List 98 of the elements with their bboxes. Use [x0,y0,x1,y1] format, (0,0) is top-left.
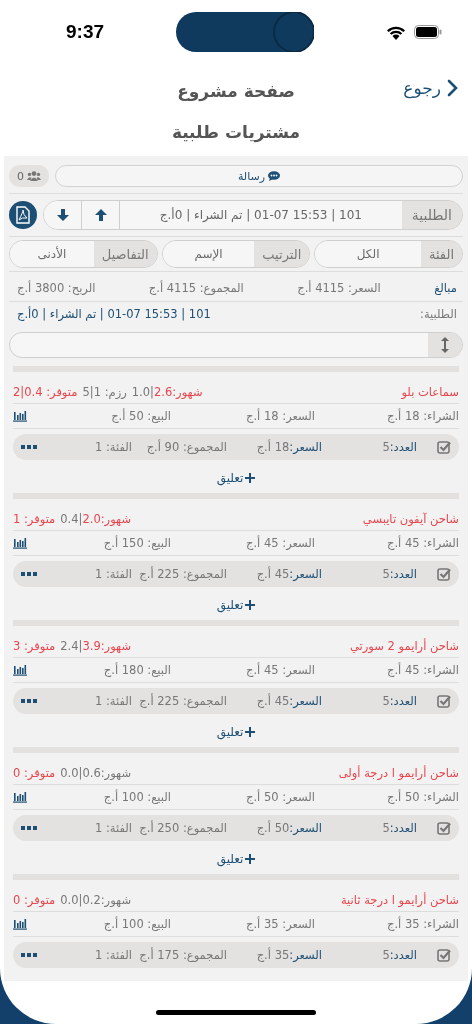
sell-price: البيع: 100 أ.ج [102,917,171,931]
total: المجموع: 175 أ.ج [138,948,227,962]
add-comment-link[interactable]: تعليق [216,598,256,612]
unit-price: السعر: 35 أ.ج [245,917,315,931]
stock-stat: شهور:3.9 [82,639,132,653]
buy-price: الشراء: 45 أ.ج [386,663,459,677]
filter-selector[interactable]: التفاصيل الأدنى [9,240,158,268]
stock-stat: |1.0 [131,385,154,399]
checkbox[interactable] [437,694,451,708]
buy-price: الشراء: 50 أ.ج [386,790,459,804]
stock-stat: شهور:2.6 [153,385,203,399]
stock-stat: |0.0 [60,893,83,907]
order-label: الطلبية: [420,307,457,321]
plus-icon [245,854,256,864]
add-comment-link[interactable]: تعليق [216,471,256,485]
sort-icon[interactable] [428,333,462,357]
total: المجموع: 225 أ.ج [138,567,227,581]
section-title: مشتريات طلبية [170,122,302,142]
product-name: شاحن أرايمو ا درجة ثانية [340,893,459,907]
product-name: شاحن أرايمو 2 سورتي [350,639,459,653]
stock-stat: |0.4 [60,512,83,526]
unit-price: السعر:18 أ.ج [255,440,322,454]
page-title: صفحة مشروع [177,81,295,101]
unit-price: السعر: 18 أ.ج [245,409,315,423]
checkbox[interactable] [437,567,451,581]
chevron-left-icon[interactable] [447,79,458,97]
stock-stat: |2.4 [60,639,83,653]
unit-price: السعر:35 أ.ج [255,948,322,962]
checkbox[interactable] [437,948,451,962]
product-name: سماعات بلو [401,385,459,399]
search-field[interactable] [9,332,463,358]
unit-price: السعر: 45 أ.ج [245,536,315,550]
checkbox[interactable] [437,821,451,835]
unit-price: السعر:50 أ.ج [255,821,322,835]
order-summary: 101 | 15:53 01-07 | تم الشراء | 0أ.ج [17,307,211,321]
pdf-icon[interactable] [9,201,37,229]
back-button[interactable]: رجوع [403,78,458,98]
more-icon[interactable] [21,445,37,449]
buy-price: الشراء: 18 أ.ج [386,409,459,423]
bar-chart-icon[interactable] [13,410,27,422]
filter-selector[interactable]: الترتيب الإسم [161,240,311,268]
buy-price: الشراء: 45 أ.ج [386,536,459,550]
stock-stat: متوفر: 3 [13,639,56,653]
clock: 9:37 [66,21,105,43]
add-comment-link[interactable]: تعليق [216,725,256,739]
more-icon[interactable] [21,699,37,703]
sell-price: البيع: 180 أ.ج [102,663,171,677]
total: المجموع: 225 أ.ج [138,694,227,708]
bar-chart-icon[interactable] [13,791,27,803]
more-icon[interactable] [21,572,37,576]
unit-price: السعر: 45 أ.ج [245,663,315,677]
category: الفئة: 1 [94,440,132,454]
total: المجموع: 90 أ.ج [145,440,227,454]
stock-stat: |0.0 [60,766,83,780]
stock-stat: رزم: 1|5 [82,385,127,399]
order-selector[interactable]: الطلبية 101 | 15:53 01-07 | تم الشراء | 0أ.ج [43,200,463,230]
category: الفئة: 1 [94,694,132,708]
bar-chart-icon[interactable] [13,918,27,930]
profit: الربح: 3800 أ.ج [17,281,96,295]
unit-price: السعر:45 أ.ج [255,694,322,708]
people-icon [27,171,41,181]
plus-icon [245,727,256,737]
category: الفئة: 1 [94,948,132,962]
plus-icon [245,600,256,610]
more-icon[interactable] [21,826,37,830]
battery-icon [414,25,442,39]
unit-price: السعر:45 أ.ج [255,567,322,581]
category: الفئة: 1 [94,821,132,835]
checkbox[interactable] [437,440,451,454]
filter-selector[interactable]: الفئة الكل [314,240,463,268]
total: المجموع: 250 أ.ج [138,821,227,835]
add-comment-link[interactable]: تعليق [216,852,256,866]
unit-price: السعر: 50 أ.ج [245,790,315,804]
sell-price: البيع: 100 أ.ج [102,790,171,804]
product-name: شاحن آيفون تايبسي [362,512,459,526]
chat-bubble-icon [268,171,281,181]
bar-chart-icon[interactable] [13,537,27,549]
stock-stat: متوفر: 0 [13,893,56,907]
stock-stat: شهور:2.0 [82,512,132,526]
sell-price: البيع: 150 أ.ج [102,536,171,550]
stock-stat: متوفر: 1 [13,512,56,526]
stock-stat: شهور:0.6 [82,766,132,780]
more-icon[interactable] [21,953,37,957]
stock-stat: متوفر: 0.4|2 [13,385,78,399]
total-price: السعر: 4115 أ.ج [297,281,381,295]
members-button[interactable]: 0 [9,165,49,187]
message-button[interactable]: رسالة [55,165,463,187]
category: الفئة: 1 [94,567,132,581]
buy-price: الشراء: 35 أ.ج [386,917,459,931]
summary-title: مبالغ [434,281,457,295]
grand-total: المجموع: 4115 أ.ج [148,281,244,295]
sell-price: البيع: 50 أ.ج [110,409,171,423]
stock-stat: متوفر: 0 [13,766,56,780]
wifi-icon [386,24,406,40]
bar-chart-icon[interactable] [13,664,27,676]
product-name: شاحن أرايمو ا درجة أولى [338,766,459,780]
stock-stat: شهور:0.2 [82,893,132,907]
plus-icon [245,473,256,483]
